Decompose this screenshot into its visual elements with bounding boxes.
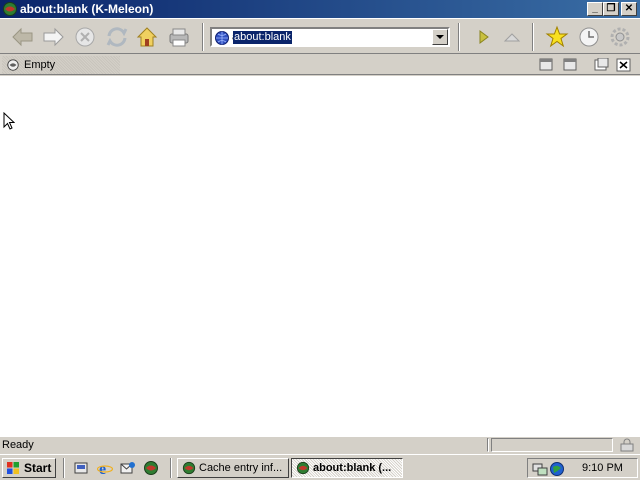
- task-about-blank[interactable]: about:blank (...: [291, 458, 403, 478]
- close-button[interactable]: ✕: [621, 2, 637, 16]
- toolbar-separator: [532, 23, 534, 51]
- home-button[interactable]: [134, 24, 160, 50]
- k-meleon-icon[interactable]: [2, 1, 18, 17]
- go-arrow-icon: [479, 30, 489, 44]
- maximize-button[interactable]: ❐: [603, 2, 619, 16]
- title-bar[interactable]: about:blank (K-Meleon) _ ❐ ✕: [0, 0, 640, 18]
- gear-icon: [610, 27, 630, 47]
- progress-pane: [491, 438, 613, 452]
- home-icon: [136, 27, 158, 47]
- stop-button[interactable]: [72, 24, 98, 50]
- new-tab-icon[interactable]: [593, 58, 609, 72]
- print-button[interactable]: [166, 24, 192, 50]
- preferences-button[interactable]: [607, 24, 633, 50]
- windows-logo-icon: [7, 462, 19, 474]
- tab-label: Empty: [24, 59, 56, 71]
- page-content[interactable]: [0, 76, 640, 436]
- cascade-window-icon[interactable]: [562, 58, 578, 72]
- bookmarks-button[interactable]: [544, 24, 570, 50]
- forward-arrow-icon: [43, 27, 64, 47]
- up-button[interactable]: [499, 24, 525, 50]
- task-label: about:blank (...: [313, 462, 392, 474]
- up-arrow-icon: [503, 33, 521, 42]
- k-meleon-task-icon: [296, 461, 310, 475]
- toolbar-separator: [202, 23, 204, 51]
- status-bar: Ready: [0, 436, 640, 453]
- network-icon[interactable]: [532, 461, 548, 477]
- task-cache-entry[interactable]: Cache entry inf...: [177, 458, 289, 478]
- taskbar: Start e Cache entry inf... about:blank (…: [0, 454, 640, 480]
- back-button[interactable]: [10, 24, 36, 50]
- system-tray: 9:10 PM: [527, 458, 638, 478]
- go-button[interactable]: [470, 24, 496, 50]
- tab-bar: Empty: [0, 55, 640, 75]
- outlook-express-icon[interactable]: [120, 460, 136, 476]
- toolbar-separator: [458, 23, 460, 51]
- star-icon: [545, 25, 569, 48]
- clock-icon: [579, 27, 599, 47]
- status-divider: [487, 438, 489, 452]
- address-bar[interactable]: about:blank: [210, 27, 450, 47]
- start-label: Start: [24, 461, 52, 475]
- clock: 9:10 PM: [582, 462, 623, 474]
- address-selected-text: about:blank: [233, 31, 292, 44]
- taskbar-separator: [63, 458, 65, 478]
- reload-button[interactable]: [104, 24, 130, 50]
- reload-icon: [106, 27, 128, 47]
- security-lock-icon[interactable]: [618, 438, 636, 452]
- minimize-button[interactable]: _: [587, 2, 603, 16]
- taskbar-separator: [170, 458, 172, 478]
- mouse-cursor-icon: [3, 112, 15, 130]
- tray-globe-icon[interactable]: [549, 461, 565, 477]
- k-meleon-launcher-icon[interactable]: [143, 460, 159, 476]
- tab-empty[interactable]: Empty: [2, 56, 120, 74]
- page-globe-icon: [215, 31, 229, 45]
- start-button[interactable]: Start: [2, 458, 56, 478]
- forward-button[interactable]: [40, 24, 66, 50]
- navigation-toolbar: about:blank: [0, 18, 640, 54]
- svg-text:e: e: [99, 461, 106, 476]
- address-dropdown-button[interactable]: [432, 29, 448, 45]
- k-meleon-tab-icon: [7, 59, 19, 71]
- close-tab-icon[interactable]: [616, 58, 632, 72]
- k-meleon-task-icon: [182, 461, 196, 475]
- show-desktop-icon[interactable]: [73, 460, 89, 476]
- tile-window-icon[interactable]: [538, 58, 554, 72]
- back-arrow-icon: [12, 27, 33, 47]
- history-button[interactable]: [576, 24, 602, 50]
- internet-explorer-icon[interactable]: e: [97, 460, 113, 476]
- status-text: Ready: [2, 439, 34, 451]
- stop-icon: [75, 27, 95, 47]
- task-label: Cache entry inf...: [199, 462, 283, 474]
- print-icon: [169, 28, 189, 47]
- window-title: about:blank (K-Meleon): [20, 2, 154, 16]
